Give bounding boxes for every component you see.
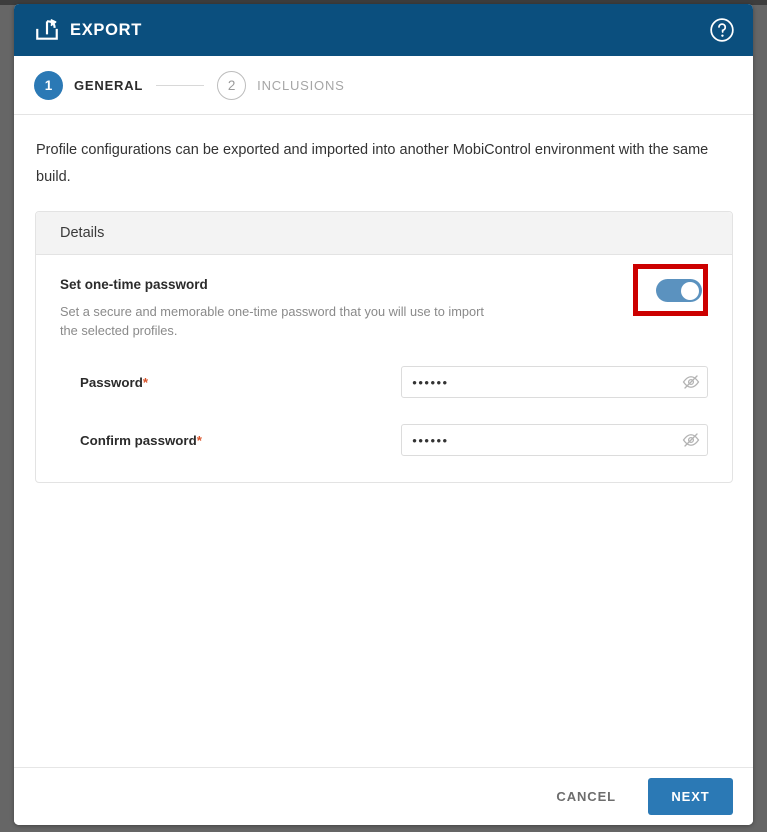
confirm-password-label-text: Confirm password — [80, 432, 197, 448]
confirm-password-input[interactable] — [401, 424, 708, 456]
password-input-wrap — [401, 366, 708, 398]
next-button[interactable]: NEXT — [648, 778, 733, 815]
step-inclusions-badge: 2 — [217, 70, 247, 100]
confirm-password-required-marker: * — [196, 432, 202, 448]
password-label-text: Password — [80, 374, 143, 390]
help-circle-icon[interactable] — [709, 17, 735, 43]
step-indicator: 1 GENERAL 2 INCLUSIONS — [14, 56, 753, 115]
password-required-marker: * — [142, 374, 149, 390]
password-input[interactable] — [401, 366, 708, 398]
dialog-header: EXPORT — [14, 4, 753, 56]
one-time-password-toggle[interactable] — [656, 279, 702, 302]
step-general-label: GENERAL — [74, 77, 144, 93]
cancel-button[interactable]: CANCEL — [542, 781, 630, 812]
step-general[interactable]: 1 GENERAL — [34, 70, 144, 100]
one-time-password-description: Set a secure and memorable one-time pass… — [60, 304, 484, 338]
dialog-footer: CANCEL NEXT — [14, 767, 753, 825]
export-dialog: EXPORT 1 GENERAL 2 INCLUSIONS Profile co… — [14, 4, 753, 825]
password-label: Password* — [80, 375, 401, 390]
one-time-password-toggle-wrap — [633, 264, 708, 316]
details-card-header: Details — [36, 212, 732, 255]
confirm-password-input-wrap — [401, 424, 708, 456]
screen-root: EXPORT 1 GENERAL 2 INCLUSIONS Profile co… — [0, 0, 767, 832]
dialog-body: Profile configurations can be exported a… — [14, 115, 753, 825]
details-card-body: Set one-time password Set a secure and m… — [36, 255, 732, 482]
details-card: Details Set one-time password Set a secu… — [35, 211, 733, 483]
one-time-password-text: Set one-time password Set a secure and m… — [60, 277, 490, 340]
eye-off-icon[interactable] — [682, 431, 700, 449]
password-row: Password* — [60, 366, 708, 398]
step-connector — [156, 84, 205, 86]
step-inclusions[interactable]: 2 INCLUSIONS — [217, 70, 345, 100]
confirm-password-label: Confirm password* — [80, 433, 401, 448]
eye-off-icon[interactable] — [682, 373, 700, 391]
one-time-password-row: Set one-time password Set a secure and m… — [60, 264, 708, 340]
toggle-knob — [681, 281, 699, 300]
confirm-password-row: Confirm password* — [60, 424, 708, 456]
export-share-icon — [36, 19, 58, 40]
step-inclusions-label: INCLUSIONS — [257, 77, 345, 93]
intro-text: Profile configurations can be exported a… — [36, 142, 709, 185]
dialog-title: EXPORT — [70, 20, 143, 39]
step-general-badge: 1 — [34, 70, 63, 100]
one-time-password-title: Set one-time password — [60, 277, 208, 292]
